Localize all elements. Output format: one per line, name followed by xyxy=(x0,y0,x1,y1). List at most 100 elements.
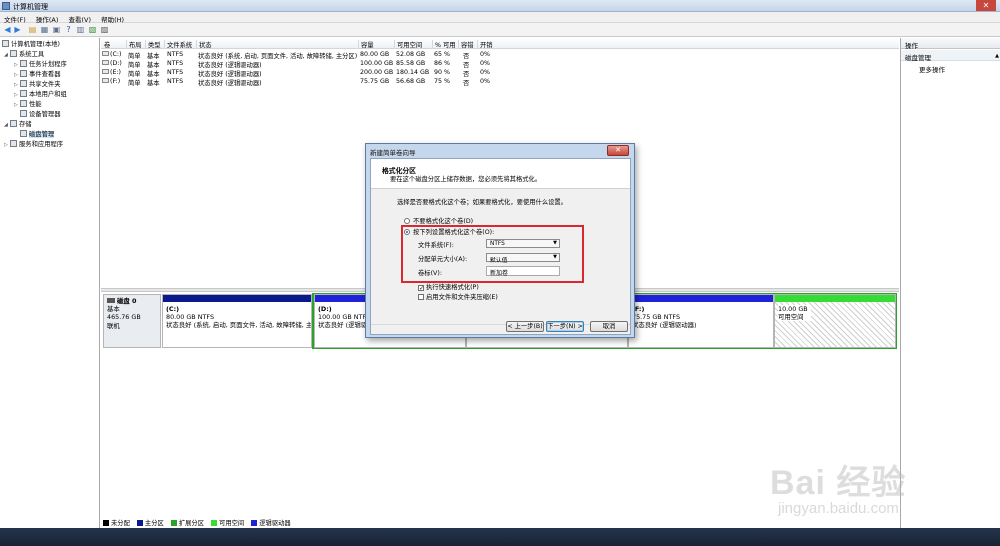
dialog-subheading: 要在这个磁盘分区上储存数据，您必须先将其格式化。 xyxy=(390,176,542,183)
export-icon[interactable]: ▧ xyxy=(88,25,97,34)
column-header-layout[interactable]: 布局 xyxy=(126,40,142,49)
clock-icon xyxy=(20,60,27,67)
drive-icon xyxy=(102,51,109,56)
event-viewer-icon xyxy=(20,70,27,77)
tree-item-local-users[interactable]: ▷ 本地用户和组 xyxy=(14,90,67,100)
menu-bar: 文件(F) 操作(A) 查看(V) 帮助(H) xyxy=(0,12,1000,24)
forward-arrow-icon[interactable]: ▶ xyxy=(13,25,22,34)
allocation-unit-select[interactable]: 默认值 ▼ xyxy=(486,253,560,264)
shared-folder-icon xyxy=(20,80,27,87)
column-header-type[interactable]: 类型 xyxy=(145,40,161,49)
back-button[interactable]: < 上一步(B) xyxy=(506,321,544,332)
tree-item-task-scheduler[interactable]: ▷ 任务计划程序 xyxy=(14,60,67,70)
legend: 未分配 主分区 扩展分区 可用空间 逻辑驱动器 xyxy=(103,518,296,527)
show-hide-icon[interactable]: ▥ xyxy=(76,25,85,34)
window-title: 计算机管理 xyxy=(13,3,48,11)
dialog-close-button[interactable]: ✕ xyxy=(607,145,629,156)
title-bar: 计算机管理 ✕ xyxy=(0,0,1000,12)
disk-size: 465.76 GB xyxy=(107,313,141,322)
disk-type: 基本 xyxy=(107,305,120,314)
cancel-button[interactable]: 取消 xyxy=(590,321,628,332)
disk-status: 联机 xyxy=(107,321,120,330)
radio-button[interactable] xyxy=(404,218,410,224)
file-system-label: 文件系统(F): xyxy=(418,242,454,249)
tree-item-services-apps[interactable]: ▷ 服务和应用程序 xyxy=(4,140,63,150)
dialog-prompt: 选择是否要格式化这个卷；如果要格式化，要使用什么设置。 xyxy=(397,199,568,206)
tree-item-performance[interactable]: ▷ 性能 xyxy=(14,100,42,110)
console-tree: 计算机管理(本地) ◢ 系统工具 ▷ 任务计划程序 ▷ 事件查看器 ▷ 共享文件夹 ▷ 本… xyxy=(0,38,100,528)
table-row[interactable]: (E:) 简单 基本 NTFS 状态良好 (逻辑驱动器) 200.00 GB 1… xyxy=(101,68,899,78)
table-row[interactable]: (D:) 简单 基本 NTFS 状态良好 (逻辑驱动器) 100.00 GB 8… xyxy=(101,59,899,69)
dialog-body: 格式化分区 要在这个磁盘分区上储存数据，您必须先将其格式化。 选择是否要格式化这… xyxy=(370,158,631,335)
actions-header: 操作 xyxy=(901,38,1000,50)
drive-icon xyxy=(102,69,109,74)
checkbox-unchecked[interactable] xyxy=(418,294,424,300)
back-arrow-icon[interactable]: ◀ xyxy=(3,25,12,34)
table-row[interactable]: (C:) 简单 基本 NTFS 状态良好 (系统, 启动, 页面文件, 活动, … xyxy=(101,50,899,60)
collapse-arrow-icon[interactable]: ▲ xyxy=(995,53,999,59)
window-close-button[interactable]: ✕ xyxy=(976,0,996,11)
properties-icon[interactable]: ▣ xyxy=(52,25,61,34)
allocation-unit-label: 分配单元大小(A): xyxy=(418,256,468,263)
tree-item-device-manager[interactable]: 设备管理器 xyxy=(20,110,60,120)
tree-item-event-viewer[interactable]: ▷ 事件查看器 xyxy=(14,70,60,80)
volume-table-header: 卷 布局 类型 文件系统 状态 容量 可用空间 % 可用 容错 开销 xyxy=(101,38,899,49)
column-header-free-space[interactable]: 可用空间 xyxy=(394,40,422,49)
radio-do-not-format[interactable]: 不要格式化这个卷(D) xyxy=(404,216,473,225)
new-simple-volume-wizard: 新建简单卷向导 ✕ 格式化分区 要在这个磁盘分区上储存数据，您必须先将其格式化。… xyxy=(365,143,635,338)
console-tree-icon[interactable]: ▦ xyxy=(40,25,49,34)
actions-section-disk-management[interactable]: 磁盘管理 ▲ xyxy=(901,50,1000,62)
partition-c[interactable]: (C:) 80.00 GB NTFS 状态良好 (系统, 启动, 页面文件, 活… xyxy=(162,294,312,348)
column-header-volume[interactable]: 卷 xyxy=(102,40,110,49)
watermark-brand: Bai 经验 xyxy=(770,464,907,502)
column-header-percent-free[interactable]: % 可用 xyxy=(432,40,456,49)
disk-0-label[interactable]: 磁盘 0 基本 465.76 GB 联机 xyxy=(103,294,161,348)
quick-format-checkbox[interactable]: ✓ 执行快速格式化(P) xyxy=(418,282,479,292)
partition-f[interactable]: (F:) 75.75 GB NTFS 状态良好 (逻辑驱动器) xyxy=(628,294,774,348)
services-icon xyxy=(10,140,17,147)
dropdown-arrow-icon: ▼ xyxy=(553,254,557,260)
legend-swatch xyxy=(211,520,218,526)
column-header-overhead[interactable]: 开销 xyxy=(477,40,493,49)
tree-item-disk-management[interactable]: 磁盘管理 xyxy=(20,130,55,140)
users-icon xyxy=(20,90,27,97)
compression-checkbox[interactable]: 启用文件和文件夹压缩(E) xyxy=(418,292,498,301)
logical-drive-bar xyxy=(629,295,773,302)
dialog-title: 新建简单卷向导 xyxy=(370,149,416,157)
storage-icon xyxy=(10,120,17,127)
column-header-capacity[interactable]: 容量 xyxy=(358,40,374,49)
legend-swatch xyxy=(170,520,177,526)
volume-label-input[interactable]: 新加卷 xyxy=(486,266,560,277)
drive-icon xyxy=(102,78,109,83)
disk-settings-icon[interactable]: ▨ xyxy=(100,25,109,34)
dialog-header: 格式化分区 要在这个磁盘分区上储存数据，您必须先将其格式化。 xyxy=(371,159,630,189)
legend-swatch xyxy=(251,520,258,526)
device-manager-icon xyxy=(20,110,27,117)
watermark-url: jingyan.baidu.com xyxy=(778,500,899,517)
free-space-partition[interactable]: 10.00 GB 可用空间 xyxy=(774,294,896,348)
tree-item-root[interactable]: 计算机管理(本地) xyxy=(2,40,60,50)
disk-icon xyxy=(107,298,115,303)
primary-partition-bar xyxy=(163,295,311,302)
drive-icon xyxy=(102,60,109,65)
tree-item-storage[interactable]: ◢ 存储 xyxy=(4,120,32,130)
computer-icon xyxy=(2,40,9,47)
tree-item-system-tools[interactable]: ◢ 系统工具 xyxy=(4,50,44,60)
free-space-bar xyxy=(775,295,895,302)
column-header-fault-tolerance[interactable]: 容错 xyxy=(458,40,474,49)
column-header-status[interactable]: 状态 xyxy=(196,40,212,49)
column-header-filesystem[interactable]: 文件系统 xyxy=(164,40,192,49)
toolbar: ◀ ▶ ▤ ▦ ▣ ? ▥ ▧ ▨ xyxy=(0,23,1000,37)
dropdown-arrow-icon: ▼ xyxy=(553,240,557,246)
next-button[interactable]: 下一步(N) > xyxy=(546,321,584,332)
help-icon[interactable]: ? xyxy=(64,25,73,34)
tree-item-shared-folders[interactable]: ▷ 共享文件夹 xyxy=(14,80,60,90)
computer-management-icon xyxy=(2,2,10,10)
checkbox-checked[interactable]: ✓ xyxy=(418,285,424,292)
folder-up-icon[interactable]: ▤ xyxy=(28,25,37,34)
more-actions-link[interactable]: 更多操作 xyxy=(919,64,945,74)
baidu-watermark: Bai 经验 jingyan.baidu.com xyxy=(770,455,1000,527)
table-row[interactable]: (F:) 简单 基本 NTFS 状态良好 (逻辑驱动器) 75.75 GB 56… xyxy=(101,77,899,87)
taskbar xyxy=(0,528,1000,546)
file-system-select[interactable]: NTFS ▼ xyxy=(486,239,560,248)
